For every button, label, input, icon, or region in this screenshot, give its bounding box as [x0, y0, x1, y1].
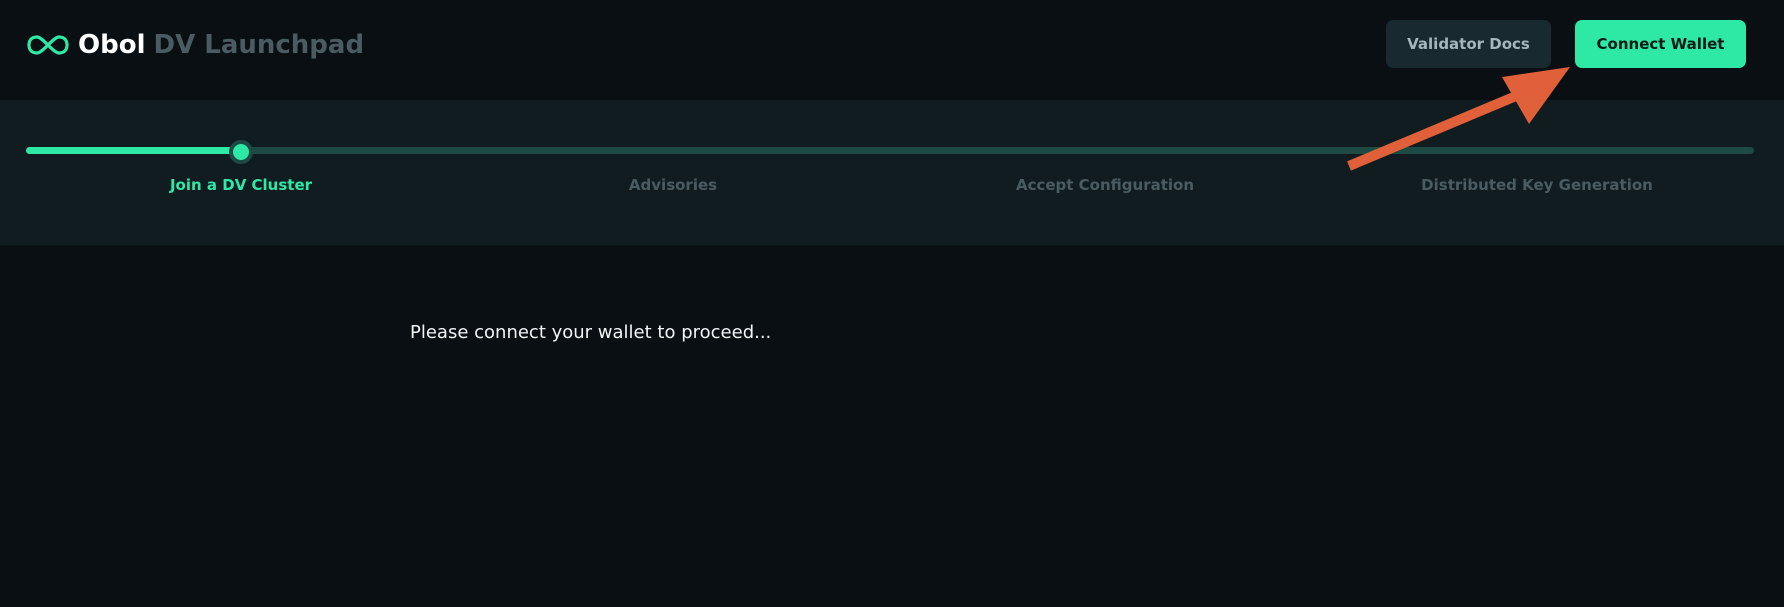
progress-stepper: Join a DV Cluster Advisories Accept Conf… [0, 100, 1784, 245]
connect-wallet-message: Please connect your wallet to proceed... [410, 322, 772, 343]
product-name: DV Launchpad [153, 30, 365, 60]
logo-name: Obol [78, 30, 146, 60]
progress-track [26, 147, 1754, 154]
step-accept-configuration: Accept Configuration [1015, 176, 1195, 194]
page: Obol DV Launchpad Validator Docs Connect… [0, 0, 1784, 607]
connect-wallet-button[interactable]: Connect Wallet [1575, 20, 1746, 68]
step-advisories: Advisories [628, 176, 718, 194]
step-join-cluster: Join a DV Cluster [169, 176, 313, 194]
logo[interactable]: Obol DV Launchpad [26, 22, 364, 68]
step-distributed-key-generation: Distributed Key Generation [1421, 176, 1653, 194]
infinity-icon [27, 35, 69, 55]
header: Obol DV Launchpad Validator Docs Connect… [0, 0, 1784, 100]
progress-handle [229, 140, 253, 164]
progress-fill [26, 147, 242, 154]
validator-docs-button[interactable]: Validator Docs [1386, 20, 1551, 68]
